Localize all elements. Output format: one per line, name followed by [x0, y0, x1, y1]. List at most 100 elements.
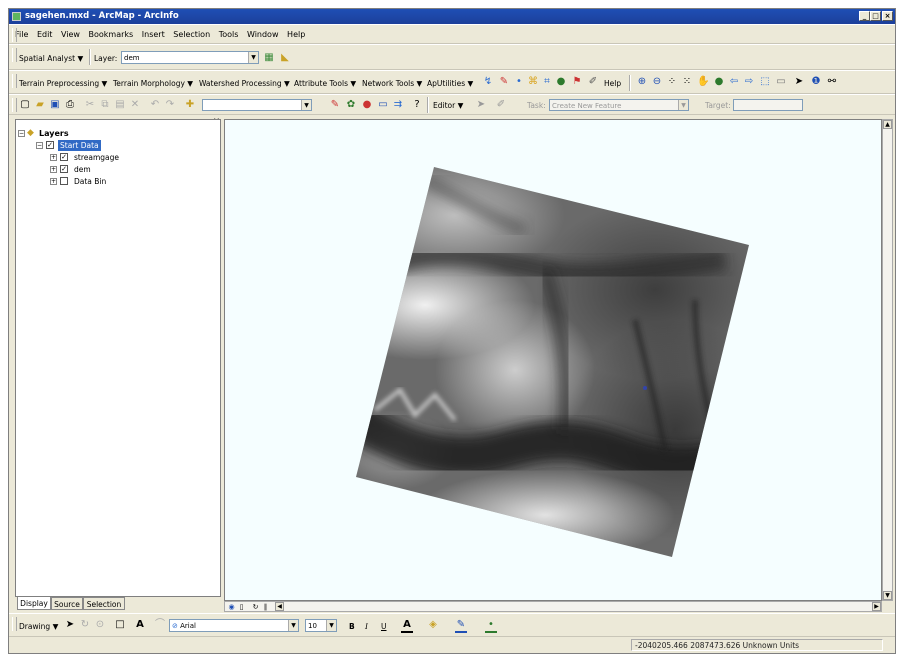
- profile-graph-icon[interactable]: ◣: [279, 52, 291, 64]
- bold-button[interactable]: B: [349, 622, 355, 631]
- delete-icon[interactable]: ✕: [129, 99, 141, 111]
- print-icon[interactable]: ⎙: [64, 99, 76, 111]
- expand-icon[interactable]: +: [50, 178, 57, 185]
- group-visibility-checkbox[interactable]: ✓: [46, 141, 54, 149]
- rotate-icon[interactable]: ↻: [79, 619, 91, 631]
- arctoolbox-icon[interactable]: ✿: [345, 99, 357, 111]
- flow-path-icon[interactable]: ↯: [482, 76, 494, 88]
- fixed-zoom-in-icon[interactable]: ⁘: [666, 76, 678, 88]
- marker-color-icon[interactable]: •: [485, 619, 497, 633]
- layout-view-icon[interactable]: ▯: [237, 601, 246, 611]
- zoom-out-icon[interactable]: ⊖: [651, 76, 663, 88]
- help-button[interactable]: Help: [604, 79, 621, 88]
- new-document-icon[interactable]: ▢: [19, 99, 31, 111]
- network-icon[interactable]: ⌗: [541, 76, 553, 88]
- add-data-icon[interactable]: ✚: [184, 99, 196, 111]
- paste-icon[interactable]: ▤: [114, 99, 126, 111]
- collapse-icon[interactable]: −: [36, 142, 43, 149]
- command-line-icon[interactable]: ▭: [377, 99, 389, 111]
- batch-point-icon[interactable]: •: [513, 76, 525, 88]
- point-delineation-icon[interactable]: ✎: [498, 76, 510, 88]
- zoom-in-icon[interactable]: ⊕: [636, 76, 648, 88]
- map-display[interactable]: [224, 119, 882, 601]
- layer-visibility-checkbox[interactable]: [60, 177, 68, 185]
- attribute-tools-menu[interactable]: Attribute Tools ▼: [294, 79, 356, 88]
- layer-visibility-checkbox[interactable]: ✓: [60, 153, 68, 161]
- expand-icon[interactable]: +: [50, 154, 57, 161]
- whats-this-help-icon[interactable]: ?: [411, 99, 423, 111]
- cut-icon[interactable]: ✂: [84, 99, 96, 111]
- menu-bookmarks[interactable]: Bookmarks: [89, 30, 134, 39]
- tab-display[interactable]: Display: [17, 597, 51, 610]
- undo-icon[interactable]: ↶: [149, 99, 161, 111]
- fixed-zoom-out-icon[interactable]: ⁙: [681, 76, 693, 88]
- drawing-menu[interactable]: Drawing ▼: [19, 622, 58, 631]
- underline-button[interactable]: U: [381, 622, 387, 631]
- line-color-icon[interactable]: ✎: [455, 619, 467, 633]
- aputilities-menu[interactable]: ApUtilities ▼: [427, 79, 473, 88]
- watershed-processing-menu[interactable]: Watershed Processing ▼: [199, 79, 290, 88]
- tab-selection[interactable]: Selection: [83, 597, 125, 610]
- flow-trace-icon[interactable]: ⌘: [527, 76, 539, 88]
- collapse-icon[interactable]: −: [18, 130, 25, 137]
- layer-visibility-checkbox[interactable]: ✓: [60, 165, 68, 173]
- data-view-icon[interactable]: ◉: [227, 601, 236, 611]
- chevron-down-icon[interactable]: ▼: [301, 100, 311, 110]
- menu-view[interactable]: View: [61, 30, 80, 39]
- font-size-dropdown[interactable]: 10 ▼: [305, 619, 337, 632]
- edit-tool-icon[interactable]: ➤: [475, 99, 487, 111]
- chevron-down-icon[interactable]: ▼: [288, 620, 298, 631]
- pause-drawing-icon[interactable]: ∥: [261, 601, 270, 611]
- flag-icon[interactable]: ⚑: [571, 76, 583, 88]
- forward-extent-icon[interactable]: ⇨: [743, 76, 755, 88]
- copy-icon[interactable]: ⧉: [99, 99, 111, 111]
- back-extent-icon[interactable]: ⇦: [728, 76, 740, 88]
- select-elements-icon[interactable]: ➤: [793, 76, 805, 88]
- editor-menu[interactable]: Editor ▼: [433, 101, 463, 110]
- toolbar-grip[interactable]: [12, 28, 17, 42]
- scroll-up-icon[interactable]: ▲: [883, 120, 892, 129]
- menu-insert[interactable]: Insert: [142, 30, 165, 39]
- toolbar-grip[interactable]: [12, 48, 17, 62]
- clear-selection-icon[interactable]: ▭: [775, 76, 787, 88]
- fill-color-icon[interactable]: ◈: [427, 619, 439, 631]
- find-binoculars-icon[interactable]: ⚯: [826, 76, 838, 88]
- rectangle-tool-icon[interactable]: □: [114, 619, 126, 631]
- task-dropdown[interactable]: Create New Feature ▼: [549, 99, 689, 111]
- model-builder-icon[interactable]: ⇉: [392, 99, 404, 111]
- edit-pencil-icon[interactable]: ✐: [587, 76, 599, 88]
- save-icon[interactable]: ▣: [49, 99, 61, 111]
- menu-tools[interactable]: Tools: [219, 30, 239, 39]
- minimize-button[interactable]: _: [859, 11, 870, 21]
- menu-edit[interactable]: Edit: [37, 30, 53, 39]
- italic-button[interactable]: I: [365, 622, 368, 631]
- map-scale-dropdown[interactable]: ▼: [202, 99, 312, 111]
- terrain-preprocessing-menu[interactable]: Terrain Preprocessing ▼: [19, 79, 107, 88]
- map-vertical-scrollbar[interactable]: ▲ ▼: [882, 119, 893, 601]
- full-extent-icon[interactable]: ●: [713, 76, 725, 88]
- identify-icon[interactable]: ❶: [810, 76, 822, 88]
- scroll-left-icon[interactable]: ◀: [275, 602, 284, 611]
- chevron-down-icon[interactable]: ▼: [326, 620, 336, 631]
- text-tool-icon[interactable]: A: [134, 619, 146, 631]
- menu-help[interactable]: Help: [287, 30, 305, 39]
- maximize-button[interactable]: □: [870, 11, 881, 21]
- target-dropdown[interactable]: [733, 99, 803, 111]
- chevron-down-icon[interactable]: ▼: [678, 100, 688, 110]
- toolbar-grip[interactable]: [12, 74, 17, 88]
- select-elements-icon[interactable]: ➤: [64, 619, 76, 631]
- menu-selection[interactable]: Selection: [173, 30, 210, 39]
- globe-icon[interactable]: ●: [555, 76, 567, 88]
- toolbar-grip[interactable]: [12, 617, 17, 631]
- pan-hand-icon[interactable]: ✋: [697, 76, 709, 88]
- chevron-down-icon[interactable]: ▼: [248, 52, 258, 63]
- map-horizontal-scrollbar[interactable]: ◉ ▯ ↻ ∥ ◀ ▶: [224, 601, 882, 612]
- close-button[interactable]: ×: [882, 11, 893, 21]
- scroll-right-icon[interactable]: ▶: [872, 602, 881, 611]
- menu-file[interactable]: File: [15, 30, 28, 39]
- title-bar[interactable]: sagehen.mxd - ArcMap - ArcInfo _ □ ×: [9, 9, 895, 24]
- layer-dropdown[interactable]: dem ▼: [121, 51, 259, 64]
- zoom-to-selected-icon[interactable]: ⊙: [94, 619, 106, 631]
- redo-icon[interactable]: ↷: [164, 99, 176, 111]
- menu-window[interactable]: Window: [247, 30, 279, 39]
